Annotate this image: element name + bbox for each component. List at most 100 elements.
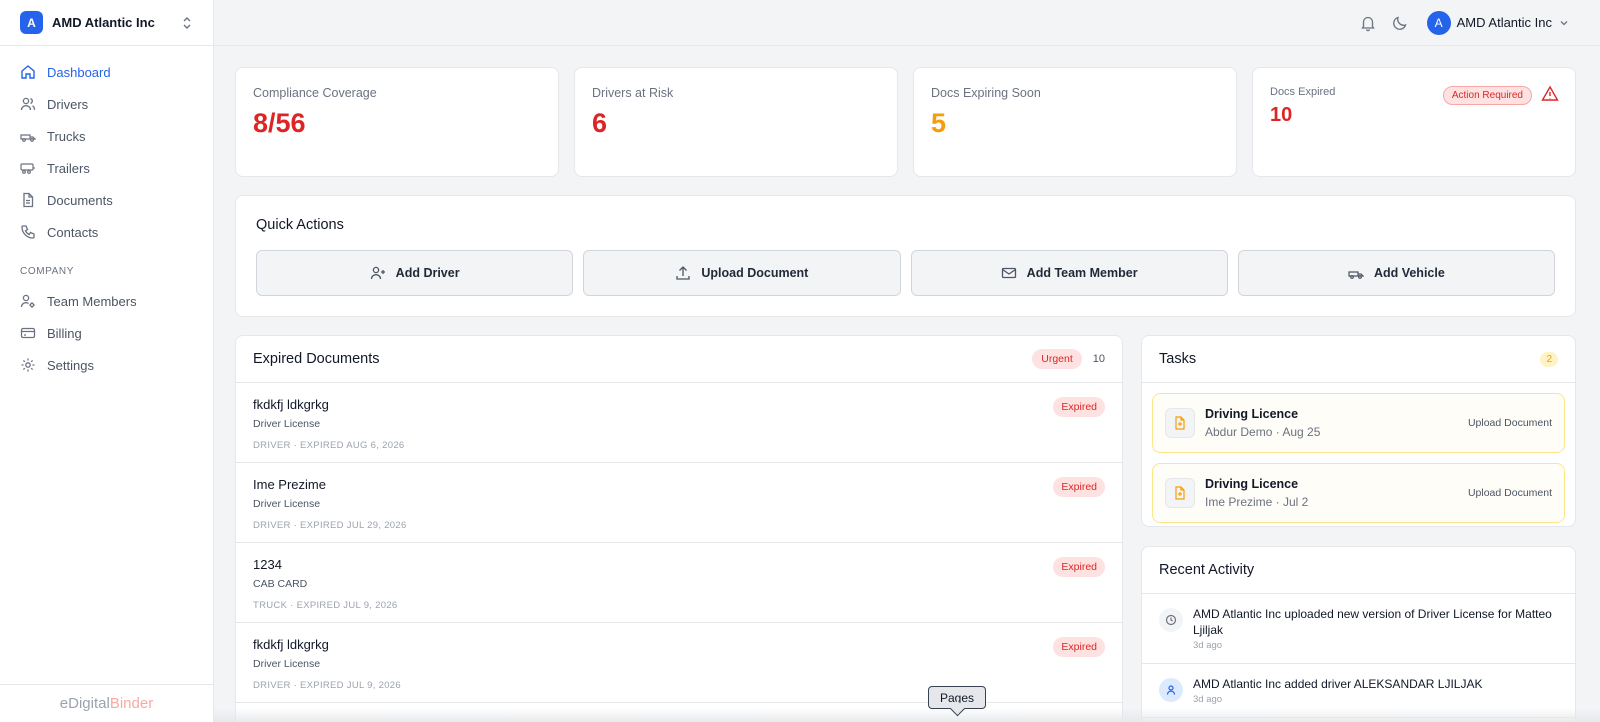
- bottom-fade: [214, 708, 1600, 722]
- upload-document-link[interactable]: Upload Document: [1468, 487, 1552, 499]
- sidebar-item-contacts[interactable]: Contacts: [0, 216, 213, 248]
- sidebar: A AMD Atlantic Inc Dashboard Drivers Tru…: [0, 0, 214, 722]
- stat-card-compliance-coverage: Compliance Coverage 8/56: [235, 67, 559, 177]
- org-switcher[interactable]: A AMD Atlantic Inc: [0, 0, 213, 46]
- sidebar-item-label: Dashboard: [47, 64, 111, 80]
- stat-value: 5: [931, 108, 947, 138]
- brand-logo-part1: eDigital: [59, 695, 110, 712]
- activity-time: 3d ago: [1193, 694, 1223, 705]
- stat-value: 8/56: [253, 108, 306, 138]
- document-meta: DRIVER · EXPIRED JUL 29, 2026: [253, 520, 407, 531]
- users-icon: [20, 96, 36, 112]
- document-owner: Ime Prezime: [253, 477, 326, 492]
- nav-section-company: COMPANY: [20, 266, 75, 277]
- add-team-member-button[interactable]: Add Team Member: [910, 250, 1228, 296]
- list-item[interactable]: fkdkfj ldkgrkg Driver License DRIVER · E…: [236, 623, 1122, 703]
- document-owner: 1234: [253, 557, 282, 572]
- alert-triangle-icon: [1541, 85, 1559, 103]
- list-item[interactable]: fkdkfj ldkgrkg Driver License DRIVER · E…: [236, 383, 1122, 463]
- stat-value: 6: [592, 108, 608, 138]
- document-type: Driver License: [253, 498, 321, 510]
- upload-icon: [675, 265, 691, 281]
- brand-logo: eDigital Binder: [0, 684, 213, 722]
- document-owner: fkdkfj ldkgrkg: [253, 637, 329, 652]
- avatar: A: [1426, 10, 1451, 35]
- button-label: Add Team Member: [1026, 266, 1138, 280]
- urgent-badge: Urgent: [1032, 349, 1082, 369]
- topbar: A AMD Atlantic Inc: [214, 0, 1600, 46]
- expired-documents-panel: Expired Documents Urgent 10 fkdkfj ldkgr…: [235, 335, 1123, 722]
- gear-icon: [20, 357, 36, 373]
- chevron-down-icon: [1558, 17, 1570, 29]
- pages-tooltip: Pages: [928, 686, 986, 709]
- upload-document-button[interactable]: Upload Document: [583, 250, 901, 296]
- list-item[interactable]: 1234 CAB CARD TRUCK · EXPIRED JUL 9, 202…: [236, 543, 1122, 623]
- sidebar-item-team-members[interactable]: Team Members: [0, 285, 213, 317]
- moon-icon[interactable]: [1391, 14, 1409, 32]
- org-avatar: A: [20, 11, 43, 34]
- task-title: Driving Licence: [1205, 407, 1299, 421]
- button-label: Upload Document: [701, 266, 809, 280]
- activity-message: AMD Atlantic Inc added driver ALEKSANDAR…: [1193, 677, 1483, 691]
- tasks-title: Tasks: [1159, 351, 1197, 367]
- button-label: Add Driver: [395, 266, 460, 280]
- document-meta: TRUCK · EXPIRED JUL 9, 2026: [253, 600, 398, 611]
- truck-icon: [20, 128, 36, 144]
- bell-icon[interactable]: [1359, 14, 1377, 32]
- expired-documents-title: Expired Documents: [253, 351, 380, 367]
- sidebar-item-drivers[interactable]: Drivers: [0, 88, 213, 120]
- document-type: Driver License: [253, 658, 321, 670]
- status-badge: Expired: [1053, 397, 1105, 417]
- document-owner: fkdkfj ldkgrkg: [253, 397, 329, 412]
- button-label: Add Vehicle: [1373, 266, 1445, 280]
- user-cog-icon: [20, 293, 36, 309]
- task-subtitle: Ime Prezime · Jul 2: [1205, 495, 1309, 509]
- add-vehicle-button[interactable]: Add Vehicle: [1237, 250, 1555, 296]
- status-badge: Expired: [1053, 637, 1105, 657]
- sidebar-item-label: Trailers: [47, 160, 90, 176]
- activity-time: 3d ago: [1193, 640, 1223, 651]
- upload-document-link[interactable]: Upload Document: [1468, 417, 1552, 429]
- sidebar-item-label: Settings: [47, 357, 94, 373]
- org-name: AMD Atlantic Inc: [52, 15, 155, 30]
- sidebar-item-label: Drivers: [47, 96, 89, 112]
- sidebar-item-label: Documents: [47, 192, 113, 208]
- user-menu[interactable]: A AMD Atlantic Inc: [1426, 10, 1570, 35]
- sidebar-item-settings[interactable]: Settings: [0, 349, 213, 381]
- mail-icon: [1001, 265, 1017, 281]
- sidebar-item-documents[interactable]: Documents: [0, 184, 213, 216]
- truck-icon: [1348, 265, 1364, 281]
- document-meta: DRIVER · EXPIRED AUG 6, 2026: [253, 440, 405, 451]
- activity-item: AMD Atlantic Inc uploaded new version of…: [1142, 594, 1575, 664]
- task-item[interactable]: Driving Licence Abdur Demo · Aug 25 Uplo…: [1152, 393, 1565, 453]
- sidebar-item-label: Team Members: [47, 293, 137, 309]
- stat-card-docs-expiring-soon: Docs Expiring Soon 5: [913, 67, 1237, 177]
- task-title: Driving Licence: [1205, 477, 1299, 491]
- stat-label: Docs Expiring Soon: [931, 86, 1041, 100]
- status-badge: Expired: [1053, 477, 1105, 497]
- add-driver-button[interactable]: Add Driver: [256, 250, 574, 296]
- recent-activity-title: Recent Activity: [1159, 562, 1255, 578]
- clock-icon: [1159, 608, 1183, 632]
- sidebar-item-billing[interactable]: Billing: [0, 317, 213, 349]
- sidebar-item-trucks[interactable]: Trucks: [0, 120, 213, 152]
- sidebar-item-label: Trucks: [47, 128, 86, 144]
- file-icon: [1165, 408, 1195, 438]
- task-item[interactable]: Driving Licence Ime Prezime · Jul 2 Uplo…: [1152, 463, 1565, 523]
- file-icon: [1165, 478, 1195, 508]
- sidebar-item-trailers[interactable]: Trailers: [0, 152, 213, 184]
- chevron-up-down-icon[interactable]: [181, 16, 193, 30]
- user-plus-icon: [370, 265, 386, 281]
- stat-label: Drivers at Risk: [592, 86, 674, 100]
- file-icon: [20, 192, 36, 208]
- status-badge: Expired: [1053, 557, 1105, 577]
- activity-message: AMD Atlantic Inc uploaded new version of…: [1193, 607, 1552, 637]
- list-item[interactable]: Ime Prezime Driver License DRIVER · EXPI…: [236, 463, 1122, 543]
- home-icon: [20, 64, 36, 80]
- trailer-icon: [20, 160, 36, 176]
- document-type: Driver License: [253, 418, 321, 430]
- stats-row: Compliance Coverage 8/56 Drivers at Risk…: [235, 67, 1576, 177]
- sidebar-item-dashboard[interactable]: Dashboard: [0, 56, 213, 88]
- document-type: CAB CARD: [253, 578, 308, 590]
- expired-count: 10: [1092, 353, 1105, 365]
